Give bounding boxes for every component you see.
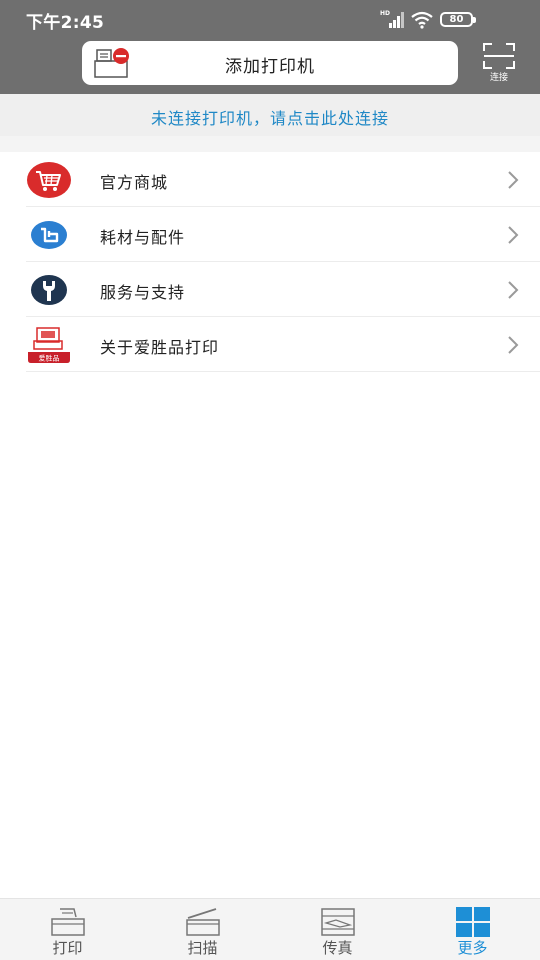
wifi-icon	[411, 11, 433, 29]
app-header: 下午2:45 HD 80 添加打印机 连接	[0, 0, 540, 94]
menu-item-label: 耗材与配件	[100, 228, 186, 247]
wrench-icon	[31, 275, 67, 305]
tab-fax[interactable]: 传真	[270, 899, 405, 960]
scan-frame-icon	[483, 43, 515, 69]
add-printer-label: 添加打印机	[225, 57, 315, 77]
more-menu-list: 官方商城 耗材与配件 服务与支持 爱胜品 关于爱胜品打印	[0, 152, 540, 372]
tab-label: 更多	[457, 939, 488, 957]
chevron-right-icon	[508, 226, 519, 244]
connect-notice-text: 未连接打印机，请点击此处连接	[150, 109, 389, 128]
section-divider	[0, 136, 540, 152]
tab-label: 扫描	[187, 939, 218, 957]
tab-scan[interactable]: 扫描	[135, 899, 270, 960]
tab-label: 传真	[322, 939, 353, 957]
svg-text:爱胜品: 爱胜品	[39, 354, 60, 363]
hd-signal-icon: HD	[380, 10, 404, 28]
brand-logo-icon: 爱胜品	[28, 327, 70, 363]
chevron-right-icon	[508, 336, 519, 354]
printer-icon	[50, 908, 85, 936]
consumables-icon	[31, 221, 67, 249]
scan-connect-label: 连接	[489, 73, 508, 83]
shopping-cart-icon	[27, 162, 71, 198]
status-bar: 下午2:45 HD 80	[0, 0, 540, 38]
chevron-right-icon	[508, 281, 519, 299]
tab-print[interactable]: 打印	[0, 899, 135, 960]
svg-text:HD: HD	[380, 10, 390, 17]
fax-icon	[320, 908, 355, 936]
add-printer-button[interactable]: 添加打印机	[82, 41, 458, 85]
battery-icon: 80	[440, 12, 476, 27]
bottom-tab-bar: 打印 扫描 传真 更多	[0, 898, 540, 960]
scan-connect-button[interactable]: 连接	[478, 42, 520, 84]
menu-item-service-support[interactable]: 服务与支持	[0, 262, 540, 317]
status-time: 下午2:45	[26, 13, 105, 33]
menu-item-label: 服务与支持	[100, 283, 186, 302]
menu-item-consumables[interactable]: 耗材与配件	[0, 207, 540, 262]
menu-item-about[interactable]: 爱胜品 关于爱胜品打印	[0, 317, 540, 372]
menu-item-label: 关于爱胜品打印	[100, 338, 220, 357]
menu-item-official-store[interactable]: 官方商城	[0, 152, 540, 207]
connect-notice-bar[interactable]: 未连接打印机，请点击此处连接	[0, 94, 540, 136]
grid-icon	[455, 907, 490, 937]
chevron-right-icon	[508, 171, 519, 189]
scanner-icon	[185, 908, 220, 936]
menu-item-label: 官方商城	[100, 173, 169, 192]
tab-more[interactable]: 更多	[405, 899, 540, 960]
tab-label: 打印	[52, 939, 83, 957]
